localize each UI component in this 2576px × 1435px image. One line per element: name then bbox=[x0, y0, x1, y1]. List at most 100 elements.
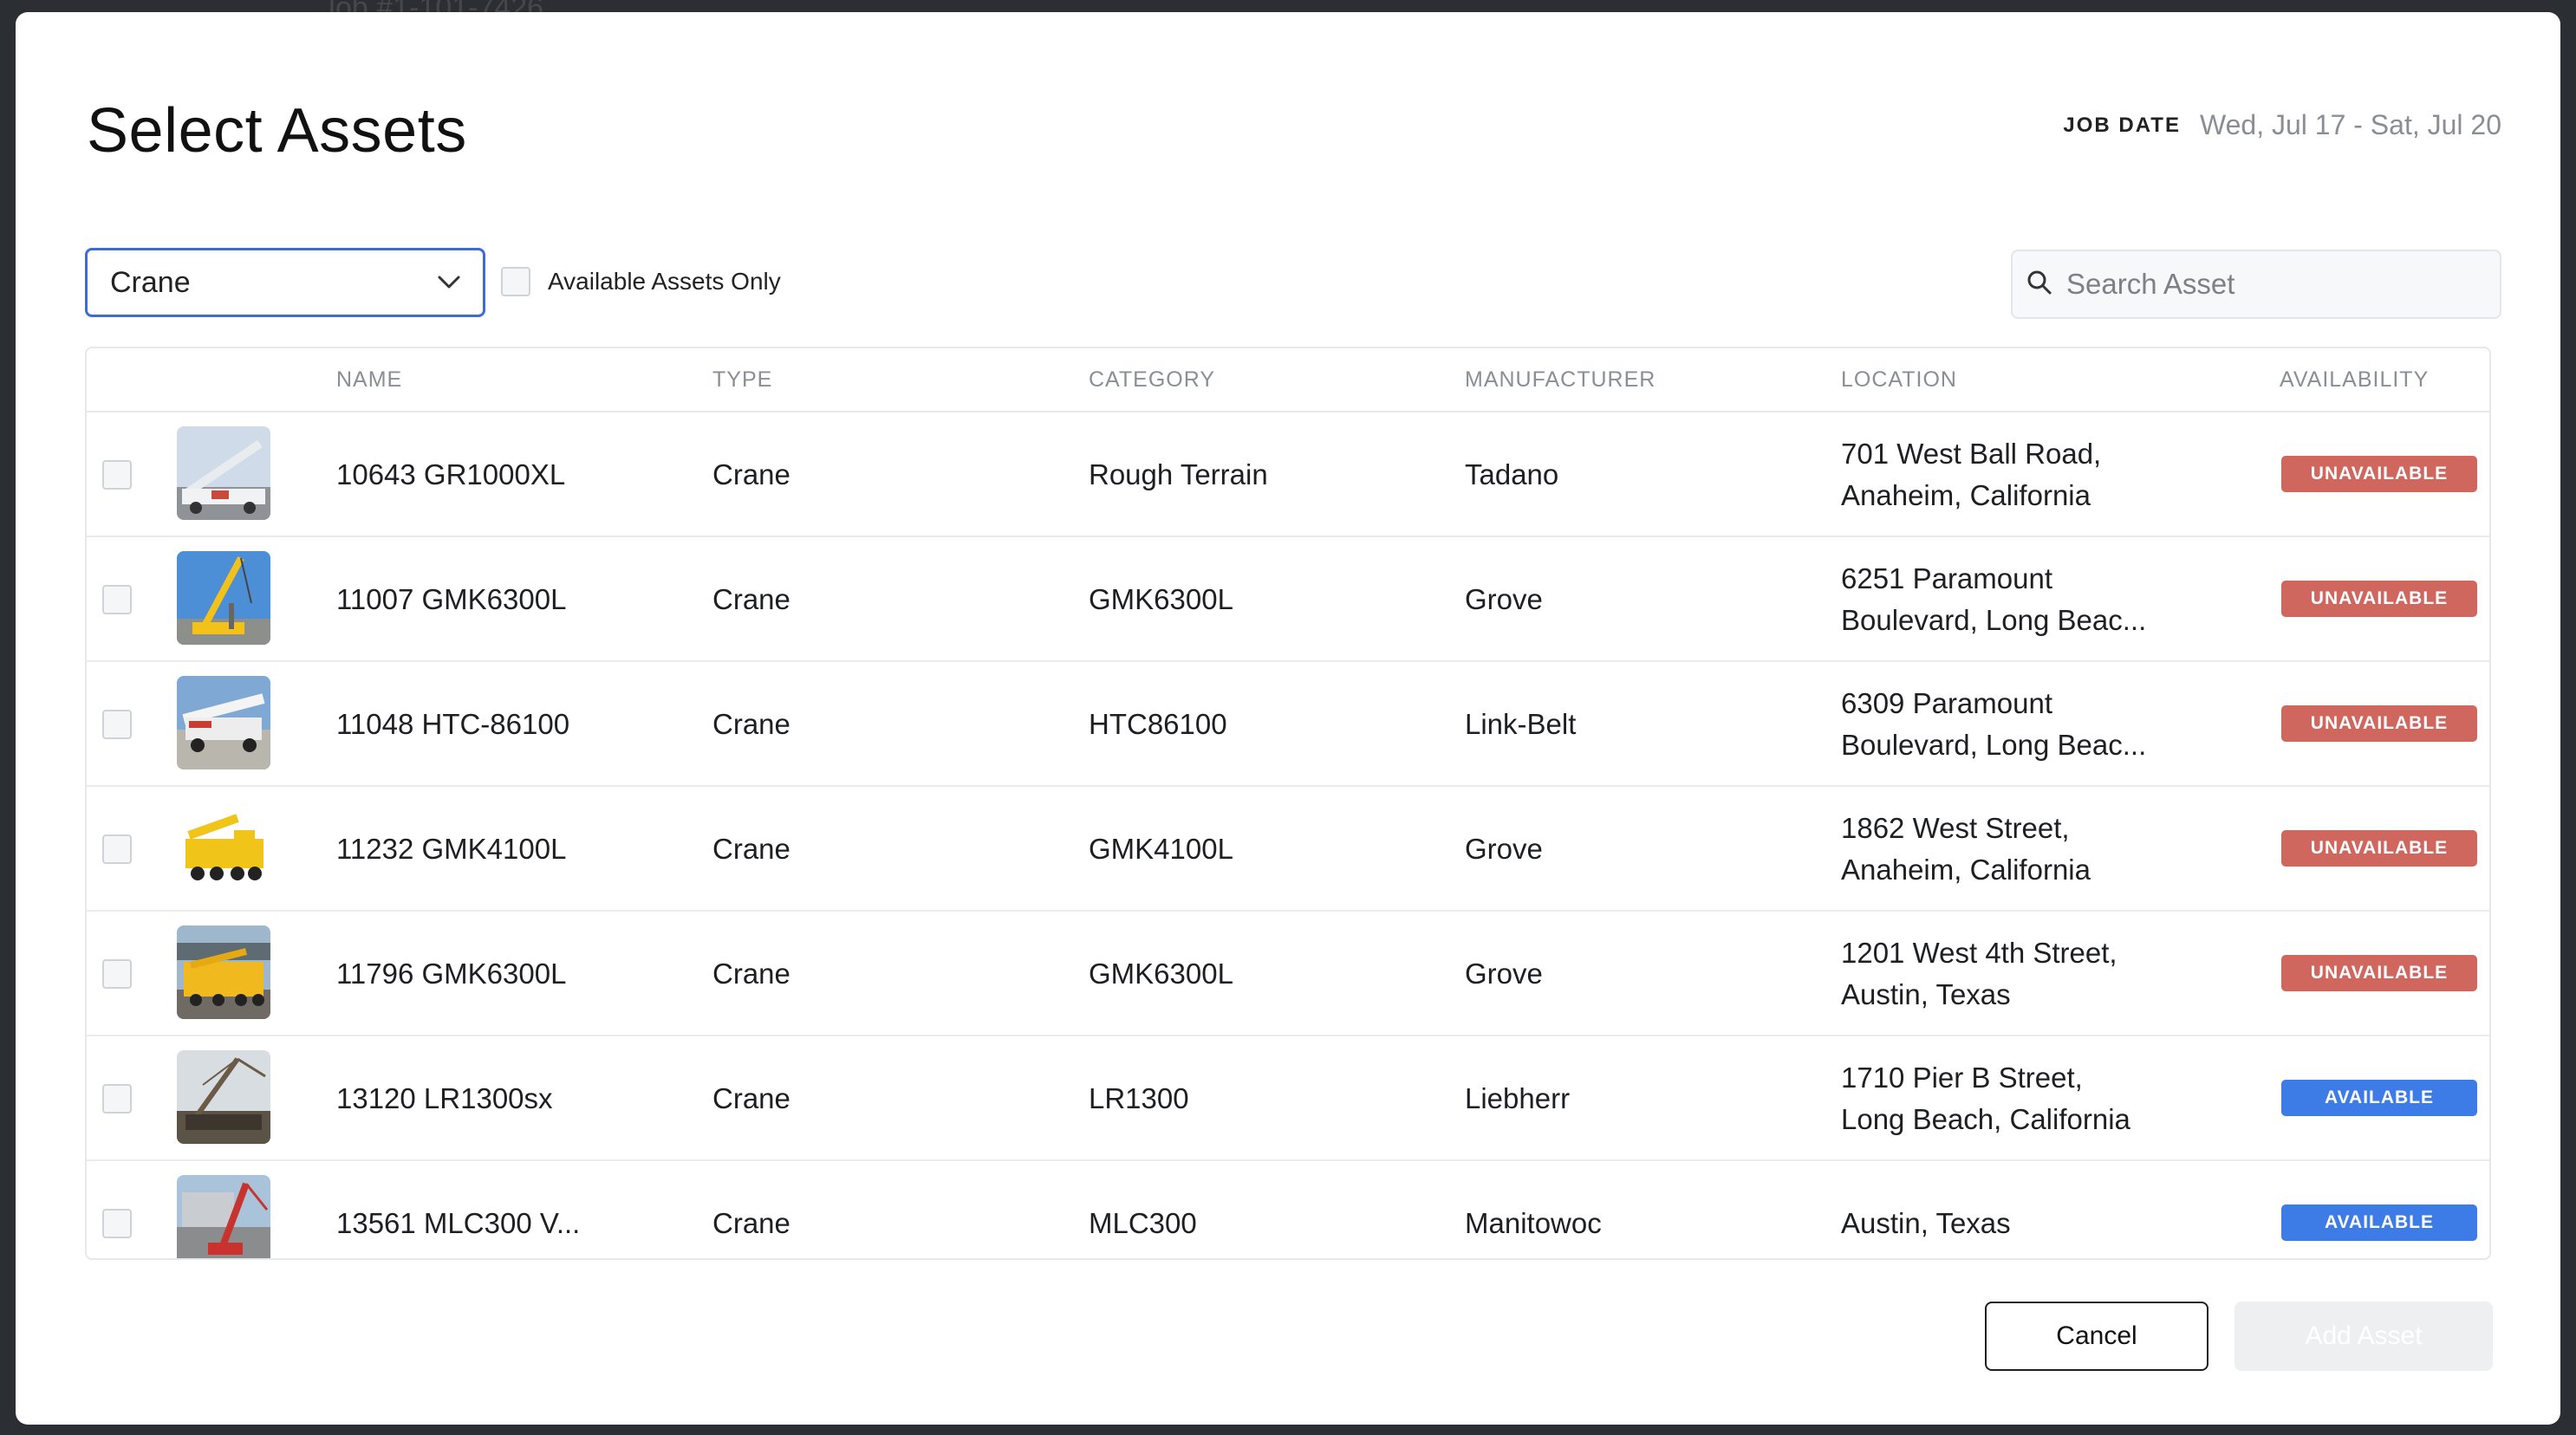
cancel-button[interactable]: Cancel bbox=[1985, 1302, 2208, 1371]
available-assets-only-label: Available Assets Only bbox=[548, 268, 781, 295]
search-icon bbox=[2026, 269, 2052, 300]
asset-name: 13561 MLC300 V... bbox=[336, 1207, 581, 1239]
column-header-type[interactable]: TYPE bbox=[712, 348, 772, 411]
asset-category: LR1300 bbox=[1089, 1082, 1189, 1114]
asset-location-line2: Anaheim, California bbox=[1841, 479, 2091, 511]
modal-title: Select Assets bbox=[87, 96, 467, 166]
asset-name: 11232 GMK4100L bbox=[336, 833, 567, 865]
column-header-name[interactable]: NAME bbox=[336, 348, 402, 411]
asset-thumbnail bbox=[177, 426, 270, 520]
asset-manufacturer: Grove bbox=[1465, 583, 1543, 615]
asset-category: MLC300 bbox=[1089, 1207, 1197, 1239]
column-header-location[interactable]: LOCATION bbox=[1841, 348, 1957, 411]
asset-thumbnail bbox=[177, 676, 270, 769]
asset-location-line2: Austin, Texas bbox=[1841, 978, 2011, 1010]
asset-thumbnail bbox=[177, 925, 270, 1019]
asset-manufacturer: Tadano bbox=[1465, 458, 1559, 490]
search-box bbox=[2011, 250, 2501, 319]
asset-location-line2: Anaheim, California bbox=[1841, 854, 2091, 886]
asset-location-line1: 1710 Pier B Street, bbox=[1841, 1062, 2083, 1094]
select-assets-modal: Select Assets JOB DATE Wed, Jul 17 - Sat… bbox=[16, 12, 2560, 1425]
chevron-down-icon bbox=[438, 276, 460, 289]
available-assets-only-checkbox[interactable] bbox=[501, 267, 530, 296]
asset-location: 1201 West 4th Street, Austin, Texas bbox=[1841, 912, 2117, 1036]
asset-name: 11007 GMK6300L bbox=[336, 583, 567, 615]
asset-location-line2: Long Beach, California bbox=[1841, 1103, 2130, 1135]
job-date-label: JOB DATE bbox=[2063, 113, 2181, 137]
availability-badge: UNAVAILABLE bbox=[2281, 830, 2477, 867]
asset-location: Austin, Texas bbox=[1841, 1161, 2011, 1258]
asset-thumbnail bbox=[177, 1175, 270, 1258]
asset-location: 1710 Pier B Street, Long Beach, Californi… bbox=[1841, 1036, 2130, 1161]
row-checkbox[interactable] bbox=[102, 710, 132, 739]
available-assets-only-toggle[interactable]: Available Assets Only bbox=[501, 267, 781, 296]
table-row[interactable]: 13120 LR1300sx Crane LR1300 Liebherr 171… bbox=[87, 1036, 2489, 1161]
row-checkbox[interactable] bbox=[102, 1084, 132, 1114]
asset-type: Crane bbox=[712, 1207, 790, 1239]
availability-badge: AVAILABLE bbox=[2281, 1080, 2477, 1116]
column-header-category[interactable]: CATEGORY bbox=[1089, 348, 1215, 411]
table-row[interactable]: 13561 MLC300 V... Crane MLC300 Manitowoc… bbox=[87, 1161, 2489, 1258]
job-date-value: Wed, Jul 17 - Sat, Jul 20 bbox=[2199, 109, 2501, 140]
asset-name: 11796 GMK6300L bbox=[336, 958, 567, 990]
asset-type: Crane bbox=[712, 458, 790, 490]
table-row[interactable]: 11232 GMK4100L Crane GMK4100L Grove 1862… bbox=[87, 787, 2489, 912]
asset-name: 11048 HTC-86100 bbox=[336, 708, 570, 740]
row-checkbox[interactable] bbox=[102, 1209, 132, 1238]
row-checkbox[interactable] bbox=[102, 834, 132, 864]
asset-location: 1862 West Street, Anaheim, California bbox=[1841, 787, 2091, 912]
column-header-manufacturer[interactable]: MANUFACTURER bbox=[1465, 348, 1656, 411]
asset-manufacturer: Grove bbox=[1465, 958, 1543, 990]
asset-location: 701 West Ball Road, Anaheim, California bbox=[1841, 412, 2101, 537]
availability-badge: AVAILABLE bbox=[2281, 1204, 2477, 1241]
asset-location-line1: 6309 Paramount bbox=[1841, 687, 2053, 719]
asset-type: Crane bbox=[712, 583, 790, 615]
add-asset-button[interactable]: Add Asset bbox=[2234, 1302, 2493, 1371]
asset-location: 6251 Paramount Boulevard, Long Beac... bbox=[1841, 537, 2146, 662]
table-row[interactable]: 11796 GMK6300L Crane GMK6300L Grove 1201… bbox=[87, 912, 2489, 1036]
asset-thumbnail bbox=[177, 551, 270, 645]
asset-location: 6309 Paramount Boulevard, Long Beac... bbox=[1841, 662, 2146, 787]
asset-type: Crane bbox=[712, 958, 790, 990]
availability-badge: UNAVAILABLE bbox=[2281, 581, 2477, 617]
availability-badge: UNAVAILABLE bbox=[2281, 955, 2477, 991]
table-row[interactable]: 10643 GR1000XL Crane Rough Terrain Tadan… bbox=[87, 412, 2489, 537]
search-input[interactable] bbox=[2065, 267, 2486, 302]
table-row[interactable]: 11007 GMK6300L Crane GMK6300L Grove 6251… bbox=[87, 537, 2489, 662]
asset-category: GMK6300L bbox=[1089, 958, 1233, 990]
table-header: NAME TYPE CATEGORY MANUFACTURER LOCATION… bbox=[87, 348, 2489, 412]
asset-location-line1: Austin, Texas bbox=[1841, 1207, 2011, 1239]
asset-location-line2: Boulevard, Long Beac... bbox=[1841, 729, 2147, 761]
asset-location-line1: 701 West Ball Road, bbox=[1841, 438, 2102, 470]
row-checkbox[interactable] bbox=[102, 585, 132, 614]
asset-thumbnail bbox=[177, 1050, 270, 1144]
availability-badge: UNAVAILABLE bbox=[2281, 456, 2477, 492]
row-checkbox[interactable] bbox=[102, 460, 132, 490]
table-row[interactable]: 11048 HTC-86100 Crane HTC86100 Link-Belt… bbox=[87, 662, 2489, 787]
row-checkbox[interactable] bbox=[102, 959, 132, 989]
asset-name: 10643 GR1000XL bbox=[336, 458, 566, 490]
asset-type-select[interactable]: Crane bbox=[85, 248, 485, 317]
asset-manufacturer: Manitowoc bbox=[1465, 1207, 1602, 1239]
asset-name: 13120 LR1300sx bbox=[336, 1082, 553, 1114]
job-date: JOB DATE Wed, Jul 17 - Sat, Jul 20 bbox=[2063, 109, 2501, 141]
asset-type: Crane bbox=[712, 833, 790, 865]
asset-category: GMK4100L bbox=[1089, 833, 1233, 865]
column-header-availability[interactable]: AVAILABILITY bbox=[2280, 348, 2429, 411]
asset-location-line1: 1201 West 4th Street, bbox=[1841, 937, 2117, 969]
asset-location-line1: 6251 Paramount bbox=[1841, 562, 2053, 594]
asset-category: GMK6300L bbox=[1089, 583, 1233, 615]
asset-manufacturer: Grove bbox=[1465, 833, 1543, 865]
asset-type: Crane bbox=[712, 708, 790, 740]
asset-type: Crane bbox=[712, 1082, 790, 1114]
availability-badge: UNAVAILABLE bbox=[2281, 705, 2477, 742]
asset-type-select-value: Crane bbox=[110, 265, 191, 299]
asset-category: HTC86100 bbox=[1089, 708, 1227, 740]
asset-manufacturer: Liebherr bbox=[1465, 1082, 1571, 1114]
asset-category: Rough Terrain bbox=[1089, 458, 1268, 490]
asset-location-line2: Boulevard, Long Beac... bbox=[1841, 604, 2147, 636]
asset-thumbnail bbox=[177, 801, 270, 894]
assets-table: NAME TYPE CATEGORY MANUFACTURER LOCATION… bbox=[85, 347, 2491, 1260]
asset-manufacturer: Link-Belt bbox=[1465, 708, 1577, 740]
asset-location-line1: 1862 West Street, bbox=[1841, 812, 2070, 844]
